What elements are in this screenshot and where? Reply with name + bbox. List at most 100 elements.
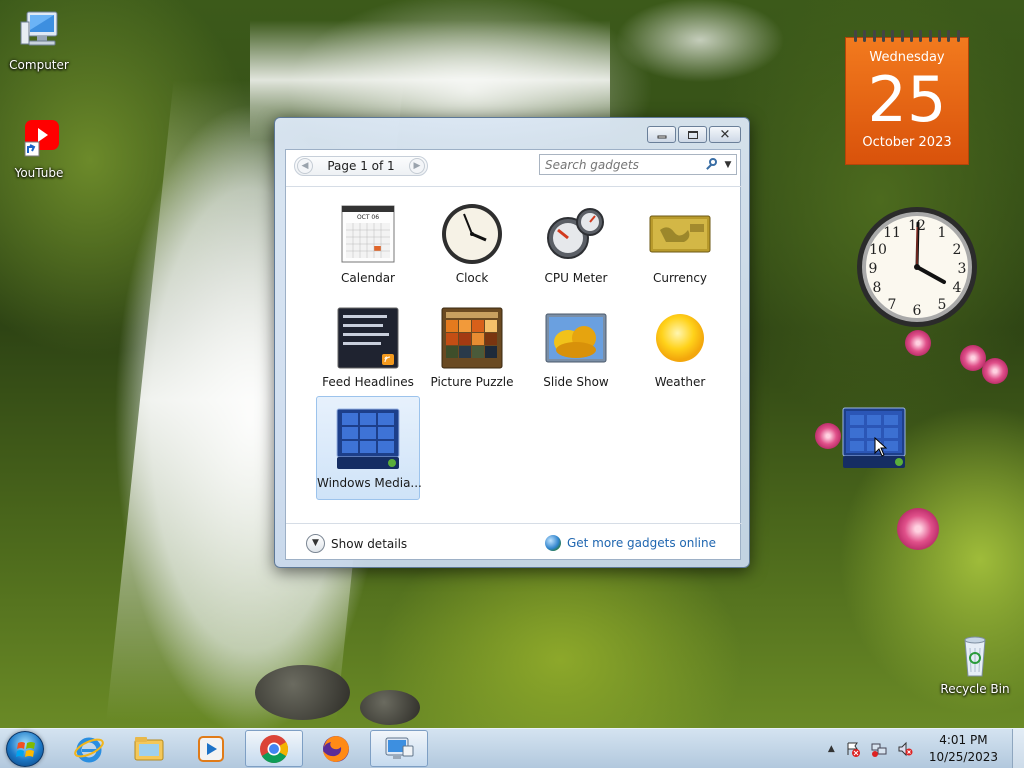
slide-show-icon [545,313,607,363]
system-tray: ▲ 4:01 PM 10/25/2023 [828,729,1024,768]
search-box: ▼ [539,154,737,175]
desktop-icon-recycle-bin[interactable]: Recycle Bin [940,632,1010,696]
taskbar-gadgets[interactable] [370,730,428,767]
gadget-tile-clock[interactable]: Clock [420,192,524,296]
taskbar-file-explorer[interactable] [120,730,178,767]
window-controls: ✕ [647,126,741,143]
svg-text:OCT 06: OCT 06 [357,214,379,221]
chrome-icon [260,734,288,763]
media-player-icon [198,735,224,762]
clock-gadget[interactable]: 12 1 2 3 4 5 6 7 8 9 10 11 [855,205,979,329]
taskbar-date: 10/25/2023 [928,750,998,764]
gadget-label: Weather [654,375,706,389]
globe-icon [544,535,561,551]
svg-text:6: 6 [913,303,922,319]
gadget-label: CPU Meter [544,271,608,285]
volume-muted-icon[interactable] [897,741,913,757]
gadget-tile-slide-show[interactable]: Slide Show [524,296,628,400]
desktop-icon-youtube[interactable]: YouTube [4,116,74,180]
recycle-bin-icon [951,632,999,680]
gadget-label: Calendar [341,271,395,285]
svg-text:5: 5 [938,297,947,313]
show-hidden-icons-button[interactable]: ▲ [828,744,835,754]
svg-text:2: 2 [953,242,962,258]
chevron-down-icon: ▼ [306,534,325,553]
gadget-label: Windows Media... [317,476,422,490]
taskbar-media-player[interactable] [182,730,240,767]
currency-icon [649,215,711,253]
next-page-button[interactable]: ▶ [409,158,425,174]
picture-puzzle-icon [441,307,503,369]
firefox-icon [323,735,349,762]
youtube-icon [15,116,63,164]
gadget-tile-currency[interactable]: Currency [628,192,732,296]
gadget-gallery-content: ◀ Page 1 of 1 ▶ ▼ OCT 06 [285,149,742,560]
mouse-pointer-icon [874,437,888,457]
search-icon[interactable] [704,157,720,173]
start-button[interactable] [6,731,44,767]
calendar-month-year: October 2023 [862,135,952,150]
flower [905,330,931,356]
gadget-label: Picture Puzzle [430,375,514,389]
flower [897,508,939,550]
divider [286,523,742,524]
rock [255,665,350,720]
restore-icon [687,130,698,139]
taskbar-clock[interactable]: 4:01 PM 10/25/2023 [929,732,998,766]
restore-button[interactable] [678,126,707,143]
gadget-tile-windows-media-center[interactable]: Windows Media... [316,396,422,500]
gadget-tile-feed-headlines[interactable]: Feed Headlines [316,296,420,400]
gadgets-icon [385,737,414,759]
svg-text:11: 11 [883,225,901,241]
previous-page-button[interactable]: ◀ [297,158,313,174]
cpu-meter-icon [547,208,604,259]
clock-icon [442,204,502,264]
svg-text:4: 4 [953,280,962,296]
svg-text:3: 3 [958,261,967,277]
gadget-label: Feed Headlines [322,375,414,389]
taskbar-internet-explorer[interactable] [60,730,118,767]
page-navigator: ◀ Page 1 of 1 ▶ [294,156,428,176]
show-details-toggle[interactable]: ▼ Show details [306,534,407,553]
gadget-tile-cpu-meter[interactable]: CPU Meter [524,192,628,296]
close-button[interactable]: ✕ [709,126,741,143]
get-more-gadgets-link[interactable]: Get more gadgets online [544,535,716,551]
calendar-icon: OCT 06 [341,205,395,263]
close-icon: ✕ [719,127,731,142]
windows-media-center-icon [336,408,400,469]
calendar-binding-rings [845,30,969,42]
taskbar-firefox[interactable] [307,730,365,767]
desktop-icon-computer[interactable]: Computer [4,8,74,72]
svg-text:1: 1 [938,225,947,241]
page-indicator: Page 1 of 1 [327,159,395,173]
gadget-tile-calendar[interactable]: OCT 06 Calendar [316,192,420,296]
internet-explorer-icon [74,737,104,762]
action-center-icon[interactable] [845,741,861,757]
gadget-label: Clock [455,271,489,285]
svg-text:8: 8 [873,280,882,296]
svg-text:10: 10 [869,242,887,258]
flower [982,358,1008,384]
network-icon[interactable] [871,741,887,757]
taskbar-chrome[interactable] [245,730,303,767]
gadget-label: Slide Show [543,375,609,389]
svg-text:7: 7 [888,297,897,313]
taskbar: ▲ 4:01 PM 10/25/2023 [0,728,1024,768]
clock-face-icon: 12 1 2 3 4 5 6 7 8 9 10 11 [857,207,977,327]
flower [815,423,841,449]
feed-headlines-icon [337,307,399,369]
rock [360,690,420,725]
weather-icon [656,314,704,362]
computer-icon [15,8,63,56]
calendar-gadget[interactable]: Wednesday 25 October 2023 [845,30,969,165]
gadget-tile-picture-puzzle[interactable]: Picture Puzzle [420,296,524,400]
gadget-label: Currency [652,271,708,285]
gadget-tile-weather[interactable]: Weather [628,296,732,400]
calendar-day: 25 [867,63,947,136]
windows-logo-icon [16,742,35,757]
minimize-button[interactable] [647,126,676,143]
chevron-down-icon[interactable]: ▼ [720,160,736,170]
show-desktop-button[interactable] [1012,729,1024,768]
search-input[interactable] [540,157,704,172]
gadget-gallery-window[interactable]: ✕ ◀ Page 1 of 1 ▶ ▼ OCT 06 [274,117,750,568]
